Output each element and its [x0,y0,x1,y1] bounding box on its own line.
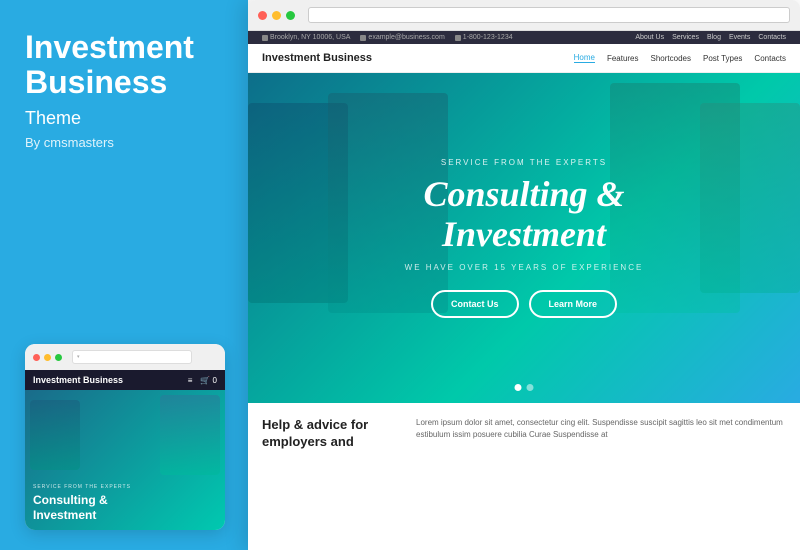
hamburger-icon: ≡ [188,376,193,385]
site-header: Investment Business Home Features Shortc… [248,44,800,73]
topbar-nav-about[interactable]: About Us [635,34,664,41]
mobile-window-bar: ▾ [25,344,225,370]
topbar-nav-contacts[interactable]: Contacts [758,34,786,41]
topbar-nav-services[interactable]: Services [672,34,699,41]
slider-dot-2[interactable] [527,384,534,391]
topbar-phone: 1-800-123-1234 [455,34,513,41]
mobile-hero-heading: Consulting & Investment [33,493,217,522]
theme-subtitle: Theme [25,108,223,129]
mobile-nav-icons: ≡ 🛒 0 [188,376,217,385]
browser-frame: Brooklyn, NY 10006, USA example@business… [248,0,800,550]
hero-tag: SERVICE FROM THE EXPERTS [441,158,607,167]
topbar-email: example@business.com [360,34,444,41]
nav-home[interactable]: Home [574,53,595,63]
hero-subline: WE HAVE OVER 15 YEARS OF EXPERIENCE [405,263,644,272]
hero-heading: Consulting & Investment [423,175,624,254]
browser-url-bar[interactable] [308,7,790,23]
site-topbar: Brooklyn, NY 10006, USA example@business… [248,31,800,44]
nav-post-types[interactable]: Post Types [703,54,742,63]
mobile-hero-tag: SERVICE FROM THE EXPERTS [33,484,217,490]
site-main-nav: Home Features Shortcodes Post Types Cont… [574,53,786,63]
email-icon [360,35,366,41]
mobile-preview-card: ▾ Investment Business ≡ 🛒 0 SERVICE FROM… [25,344,225,530]
nav-shortcodes[interactable]: Shortcodes [651,54,691,63]
mobile-address-bar: ▾ [72,350,192,364]
mobile-hero-overlay: SERVICE FROM THE EXPERTS Consulting & In… [25,390,225,530]
hero-section: SERVICE FROM THE EXPERTS Consulting & In… [248,73,800,403]
contact-us-button[interactable]: Contact Us [431,290,519,318]
browser-chrome [248,0,800,31]
dot-green [55,354,62,361]
learn-more-button[interactable]: Learn More [529,290,618,318]
location-icon [262,35,268,41]
mobile-site-nav: Investment Business ≡ 🛒 0 [25,370,225,390]
bottom-left-col: Help & advice for employers and [262,417,402,545]
site-bottom-section: Help & advice for employers and Lorem ip… [248,403,800,550]
nav-contacts[interactable]: Contacts [754,54,786,63]
nav-features[interactable]: Features [607,54,639,63]
slider-dot-1[interactable] [515,384,522,391]
phone-icon [455,35,461,41]
bottom-section-title: Help & advice for employers and [262,417,402,451]
mobile-logo: Investment Business [33,375,123,385]
bottom-right-col: Lorem ipsum dolor sit amet, consectetur … [416,417,786,545]
hero-slider-dots [515,384,534,391]
topbar-nav-events[interactable]: Events [729,34,750,41]
hero-content: SERVICE FROM THE EXPERTS Consulting & In… [248,73,800,403]
browser-dot-green[interactable] [286,11,295,20]
mobile-hero-section: SERVICE FROM THE EXPERTS Consulting & In… [25,390,225,530]
topbar-nav-blog[interactable]: Blog [707,34,721,41]
site-logo: Investment Business [262,52,372,64]
author-line: By cmsmasters [25,135,223,150]
hero-buttons: Contact Us Learn More [431,290,617,318]
dot-red [33,354,40,361]
topbar-contact-info: Brooklyn, NY 10006, USA example@business… [262,34,513,41]
main-title: Investment Business [25,30,223,100]
left-panel: Investment Business Theme By cmsmasters … [0,0,248,550]
topbar-address: Brooklyn, NY 10006, USA [262,34,350,41]
topbar-nav: About Us Services Blog Events Contacts [635,34,786,41]
browser-dot-red[interactable] [258,11,267,20]
browser-dot-yellow[interactable] [272,11,281,20]
bottom-description: Lorem ipsum dolor sit amet, consectetur … [416,417,786,441]
cart-icon: 🛒 0 [200,376,217,385]
right-browser-panel: Brooklyn, NY 10006, USA example@business… [248,0,800,550]
dot-yellow [44,354,51,361]
